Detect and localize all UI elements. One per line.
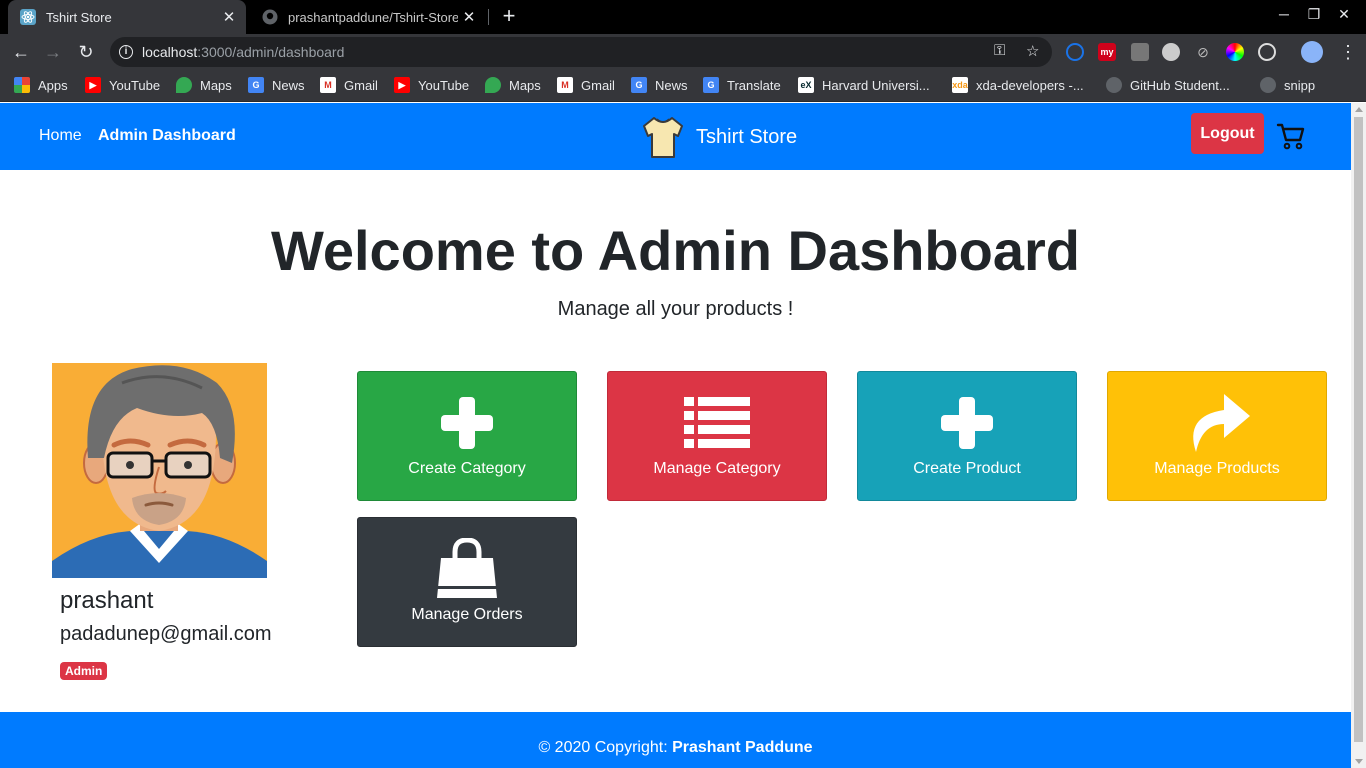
maps-icon [485, 77, 501, 93]
tab-github-repo[interactable]: prashantpaddune/Tshirt-Store ✕ [250, 0, 486, 34]
browser-menu-icon[interactable]: ⋮ [1336, 40, 1360, 64]
bookmarks-bar: Apps ▶ YouTube Maps G News M Gmail ▶ YouTube… [0, 70, 1366, 102]
extension-colorpicker-icon[interactable] [1226, 43, 1244, 61]
google-news-icon: G [248, 77, 264, 93]
extension-circle-icon[interactable] [1066, 43, 1084, 61]
bookmark-xda[interactable]: xda xda-developers -... [952, 77, 1084, 93]
bookmark-news[interactable]: G News [631, 77, 688, 93]
github-favicon-icon [262, 9, 278, 25]
bookmark-star-icon[interactable]: ☆ [1026, 42, 1039, 60]
user-email: padadunep@gmail.com [60, 623, 272, 645]
tab-close-icon[interactable]: ✕ [458, 8, 480, 26]
extension-my-icon[interactable]: my [1098, 43, 1116, 61]
address-bar[interactable]: i localhost:3000/admin/dashboard ⚿ ☆ [110, 37, 1052, 67]
bookmark-apps[interactable]: Apps [14, 77, 68, 93]
bookmark-translate[interactable]: G Translate [703, 77, 781, 93]
brand[interactable]: Tshirt Store [640, 114, 797, 160]
scroll-down-icon[interactable] [1355, 759, 1363, 764]
minimize-icon[interactable]: ─ [1274, 6, 1294, 22]
browser-toolbar: ← → ↻ i localhost:3000/admin/dashboard ⚿… [0, 34, 1366, 70]
shopping-bag-icon [434, 538, 500, 598]
plus-icon [434, 394, 500, 452]
site-footer: © 2020 Copyright: Prashant Paddune [0, 712, 1351, 768]
extension-globe-icon[interactable] [1162, 43, 1180, 61]
tab-tshirt-store[interactable]: Tshirt Store ✕ [8, 0, 246, 34]
card-label: Manage Orders [411, 606, 523, 623]
tab-title: Tshirt Store [46, 9, 112, 25]
logout-button[interactable]: Logout [1191, 113, 1264, 154]
reload-icon[interactable]: ↻ [74, 40, 98, 64]
key-icon[interactable]: ⚿ [994, 42, 1005, 59]
github-icon [1260, 77, 1276, 93]
create-product-card[interactable]: Create Product [857, 371, 1077, 501]
github-icon [1106, 77, 1122, 93]
user-avatar-illustration [52, 363, 267, 578]
gmail-icon: M [557, 77, 573, 93]
site-info-icon[interactable]: i [119, 45, 133, 59]
card-label: Manage Products [1154, 460, 1280, 477]
bookmark-maps[interactable]: Maps [485, 77, 541, 93]
avatar [52, 363, 267, 578]
manage-category-card[interactable]: Manage Category [607, 371, 827, 501]
bookmark-news[interactable]: G News [248, 77, 305, 93]
user-name: prashant [60, 587, 154, 614]
bookmark-snipp[interactable]: snipp [1260, 77, 1315, 93]
nav-admin-dashboard-link[interactable]: Admin Dashboard [98, 127, 236, 145]
manage-orders-card[interactable]: Manage Orders [357, 517, 577, 647]
cart-icon[interactable] [1276, 121, 1306, 151]
react-favicon-icon [20, 9, 36, 25]
google-news-icon: G [631, 77, 647, 93]
card-label: Create Category [408, 460, 526, 477]
close-window-icon[interactable]: ✕ [1334, 6, 1354, 23]
forward-icon[interactable]: → [41, 40, 65, 64]
scrollbar-thumb[interactable] [1354, 117, 1363, 742]
bookmark-youtube[interactable]: ▶ YouTube [85, 77, 160, 93]
youtube-icon: ▶ [85, 77, 101, 93]
list-icon [684, 394, 750, 452]
footer-copyright: © 2020 Copyright: Prashant Paddune [538, 739, 813, 756]
bookmark-youtube[interactable]: ▶ YouTube [394, 77, 469, 93]
youtube-icon: ▶ [394, 77, 410, 93]
page-content: Home Admin Dashboard Tshirt Store Logout… [0, 103, 1351, 768]
footer-author: Prashant Paddune [672, 739, 813, 756]
extension-slash-icon[interactable]: ⊘ [1194, 43, 1212, 61]
tab-separator [488, 9, 489, 25]
bookmark-github-student[interactable]: GitHub Student... [1106, 77, 1230, 93]
site-navbar: Home Admin Dashboard Tshirt Store Logout [0, 103, 1351, 170]
gmail-icon: M [320, 77, 336, 93]
profile-avatar-icon[interactable] [1301, 41, 1323, 63]
card-label: Manage Category [653, 460, 781, 477]
maximize-icon[interactable]: ❐ [1304, 6, 1324, 23]
url-text: localhost:3000/admin/dashboard [142, 44, 345, 60]
browser-tab-bar: Tshirt Store ✕ prashantpaddune/Tshirt-St… [0, 0, 1366, 34]
bookmark-gmail[interactable]: M Gmail [557, 77, 615, 93]
role-badge: Admin [60, 662, 108, 680]
new-tab-button[interactable]: + [498, 5, 520, 27]
bookmark-gmail[interactable]: M Gmail [320, 77, 378, 93]
tab-title: prashantpaddune/Tshirt-Store [288, 9, 458, 25]
apps-grid-icon [14, 77, 30, 93]
back-icon[interactable]: ← [9, 40, 33, 64]
page-subtitle: Manage all your products ! [557, 298, 794, 320]
tshirt-logo-icon [643, 117, 683, 158]
plus-icon [934, 394, 1000, 452]
maps-icon [176, 77, 192, 93]
nav-home-link[interactable]: Home [39, 127, 82, 145]
bookmark-maps[interactable]: Maps [176, 77, 232, 93]
card-label: Create Product [913, 460, 1021, 477]
bookmark-harvard[interactable]: eX Harvard Universi... [798, 77, 930, 93]
page-scrollbar[interactable] [1351, 103, 1366, 768]
share-arrow-icon [1184, 394, 1250, 452]
translate-icon: G [703, 77, 719, 93]
manage-products-card[interactable]: Manage Products [1107, 371, 1327, 501]
brand-name: Tshirt Store [696, 125, 798, 148]
edx-icon: eX [798, 77, 814, 93]
extension-counter-icon[interactable] [1131, 43, 1149, 61]
tab-close-icon[interactable]: ✕ [218, 8, 240, 26]
extension-target-icon[interactable] [1258, 43, 1276, 61]
create-category-card[interactable]: Create Category [357, 371, 577, 501]
scroll-up-icon[interactable] [1355, 107, 1363, 112]
xda-icon: xda [952, 77, 968, 93]
page-title: Welcome to Admin Dashboard [271, 219, 1080, 282]
